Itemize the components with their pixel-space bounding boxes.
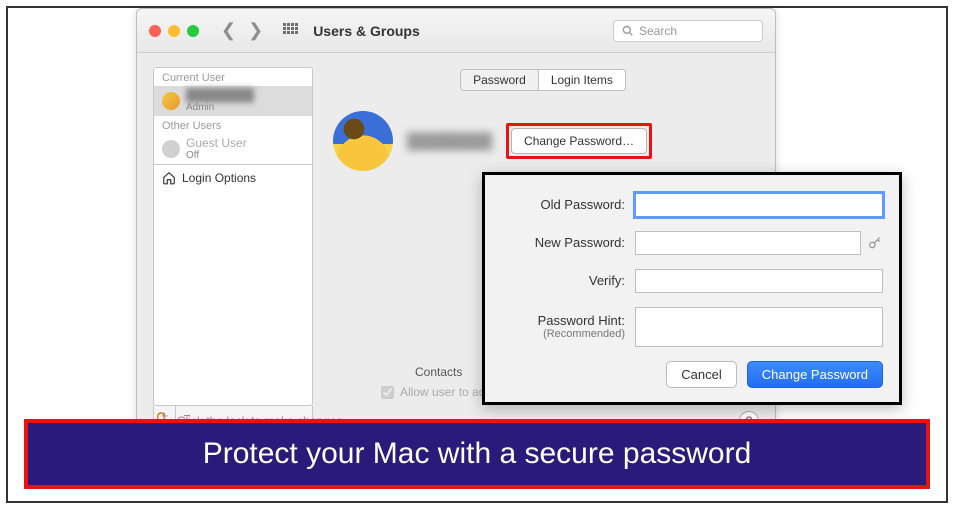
window-title: Users & Groups bbox=[313, 23, 420, 39]
avatar bbox=[162, 92, 180, 110]
change-password-dialog: Old Password: New Password: Verify: Pass… bbox=[482, 172, 902, 405]
caption-banner: Protect your Mac with a secure password bbox=[24, 419, 930, 489]
search-placeholder: Search bbox=[639, 24, 677, 38]
close-icon[interactable] bbox=[149, 25, 161, 37]
old-password-row: Old Password: bbox=[501, 193, 883, 217]
change-password-submit[interactable]: Change Password bbox=[747, 361, 883, 388]
new-password-row: New Password: bbox=[501, 231, 883, 255]
profile-area: ████████ Change Password… bbox=[327, 111, 759, 171]
key-icon[interactable] bbox=[867, 235, 883, 251]
sidebar-item-guest[interactable]: Guest User Off bbox=[154, 134, 312, 164]
highlight-box: Change Password… bbox=[506, 123, 652, 159]
sidebar: Current User ████████ Admin Other Users … bbox=[153, 67, 313, 427]
nav-back-forward[interactable]: ❮ ❯ bbox=[221, 20, 263, 41]
search-input[interactable]: Search bbox=[613, 20, 763, 42]
user-name-redacted: ████████ bbox=[186, 89, 254, 102]
login-options-label: Login Options bbox=[182, 171, 256, 185]
hint-label: Password Hint:(Recommended) bbox=[501, 314, 635, 340]
section-current-user: Current User bbox=[154, 68, 312, 86]
old-password-field[interactable] bbox=[635, 193, 883, 217]
hint-row: Password Hint:(Recommended) bbox=[501, 307, 883, 347]
new-password-field[interactable] bbox=[635, 231, 861, 255]
window-controls bbox=[149, 25, 199, 37]
zoom-icon[interactable] bbox=[187, 25, 199, 37]
tabs: Password Login Items bbox=[327, 69, 759, 91]
old-password-label: Old Password: bbox=[501, 198, 635, 212]
titlebar: ❮ ❯ Users & Groups Search bbox=[137, 9, 775, 53]
verify-label: Verify: bbox=[501, 274, 635, 288]
profile-avatar[interactable] bbox=[333, 111, 393, 171]
verify-field[interactable] bbox=[635, 269, 883, 293]
guest-status: Off bbox=[186, 150, 247, 161]
profile-name-redacted: ████████ bbox=[407, 133, 492, 150]
login-options[interactable]: Login Options bbox=[154, 164, 312, 191]
chevron-right-icon[interactable]: ❯ bbox=[248, 20, 263, 41]
hint-field[interactable] bbox=[635, 307, 883, 347]
avatar bbox=[162, 140, 180, 158]
minimize-icon[interactable] bbox=[168, 25, 180, 37]
home-icon bbox=[162, 171, 176, 185]
tab-password[interactable]: Password bbox=[460, 69, 539, 91]
show-all-icon[interactable] bbox=[283, 23, 299, 39]
section-other-users: Other Users bbox=[154, 116, 312, 134]
cancel-button[interactable]: Cancel bbox=[666, 361, 736, 388]
outer-frame: ❮ ❯ Users & Groups Search Current User bbox=[6, 6, 948, 503]
user-role: Admin bbox=[186, 102, 254, 113]
dialog-buttons: Cancel Change Password bbox=[501, 361, 883, 388]
verify-row: Verify: bbox=[501, 269, 883, 293]
user-list: Current User ████████ Admin Other Users … bbox=[153, 67, 313, 406]
sidebar-item-current-user[interactable]: ████████ Admin bbox=[154, 86, 312, 116]
change-password-button[interactable]: Change Password… bbox=[511, 128, 647, 154]
search-icon bbox=[622, 25, 633, 36]
admin-checkbox bbox=[381, 386, 394, 399]
chevron-left-icon[interactable]: ❮ bbox=[221, 20, 236, 41]
guest-user-name: Guest User bbox=[186, 137, 247, 150]
tab-login-items[interactable]: Login Items bbox=[539, 69, 626, 91]
new-password-label: New Password: bbox=[501, 236, 635, 250]
